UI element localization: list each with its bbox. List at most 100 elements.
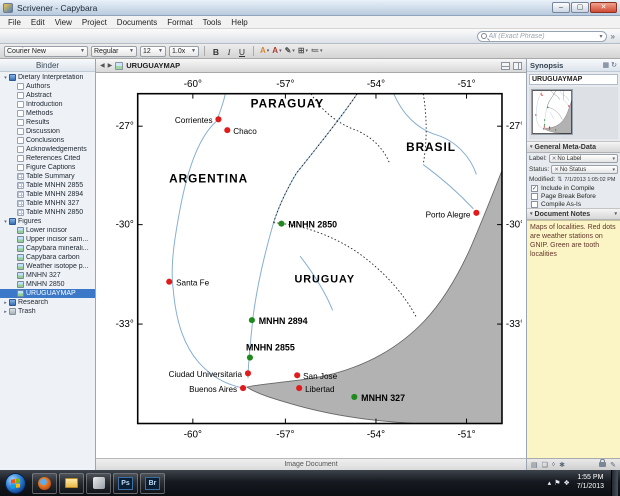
- binder-item-results[interactable]: Results: [0, 118, 95, 127]
- back-button[interactable]: ◀: [100, 62, 105, 69]
- thumb-site-dot: [549, 126, 550, 128]
- disclosure-arrow-icon[interactable]: ▸: [2, 300, 9, 306]
- split-vertical-icon[interactable]: [513, 62, 522, 70]
- menu-help[interactable]: Help: [226, 18, 252, 27]
- synopsis-refresh-icon[interactable]: ↻: [611, 61, 617, 69]
- thumb-site-dot: [535, 114, 536, 116]
- map-site-dot-mnhn-2850: [278, 221, 284, 227]
- references-icon[interactable]: ❏: [542, 461, 548, 469]
- action-center-icon[interactable]: ⚑: [554, 479, 560, 487]
- binder-item-research[interactable]: ▸Research: [0, 298, 95, 307]
- checkbox-include-in-compile[interactable]: ✓: [531, 185, 538, 192]
- binder-item-uruguaymap[interactable]: URUGUAYMAP: [0, 289, 95, 298]
- binder-item-table-mnhn-327[interactable]: Table MNHN 327: [0, 199, 95, 208]
- binder-item-upper-incisor-sam[interactable]: Upper incisor sam...: [0, 235, 95, 244]
- document-notes[interactable]: Maps of localities. Red dots are weather…: [527, 220, 620, 458]
- font-style-select[interactable]: Regular▼: [91, 46, 137, 57]
- font-family-value: Courier New: [7, 48, 46, 55]
- lock-icon[interactable]: [599, 462, 606, 467]
- forward-button[interactable]: ▶: [108, 62, 113, 69]
- custom-meta-icon[interactable]: ✱: [559, 461, 565, 469]
- binder-item-conclusions[interactable]: Conclusions: [0, 136, 95, 145]
- start-button[interactable]: [5, 473, 26, 494]
- search-input[interactable]: [489, 33, 598, 40]
- network-icon[interactable]: ❖: [563, 479, 569, 487]
- toolbar-overflow-button[interactable]: »: [611, 32, 615, 41]
- search-box[interactable]: ▾: [477, 31, 607, 42]
- binder-item-weather-isotope-p[interactable]: Weather isotope p...: [0, 262, 95, 271]
- disclosure-arrow-icon[interactable]: ▸: [2, 309, 9, 315]
- notes-menu-arrow-icon[interactable]: ▾: [614, 211, 617, 217]
- menu-documents[interactable]: Documents: [112, 18, 162, 27]
- binder-item-table-summary[interactable]: Table Summary: [0, 172, 95, 181]
- binder-item-mnhn-2850[interactable]: MNHN 2850: [0, 280, 95, 289]
- tray-expand-icon[interactable]: ▴: [548, 479, 552, 487]
- split-horizontal-icon[interactable]: [501, 62, 510, 70]
- search-options-arrow-icon[interactable]: ▾: [600, 33, 603, 40]
- binder-item-capybara-minerali[interactable]: Capybara minerali...: [0, 244, 95, 253]
- font-family-select[interactable]: Courier New▼: [4, 46, 88, 57]
- windows-flag-icon: [11, 478, 20, 488]
- binder-item-references-cited[interactable]: References Cited: [0, 154, 95, 163]
- menu-tools[interactable]: Tools: [198, 18, 227, 27]
- disclosure-arrow-icon[interactable]: ▾: [2, 219, 9, 225]
- taskbar-clock[interactable]: 1:55 PM 7/1/2013: [572, 474, 609, 492]
- line-spacing-select[interactable]: 1.0x▼: [169, 46, 199, 57]
- binder-item-figures[interactable]: ▾Figures: [0, 217, 95, 226]
- edit-pencil-icon[interactable]: ✎: [610, 461, 616, 469]
- binder-item-table-mnhn-2894[interactable]: Table MNHN 2894: [0, 190, 95, 199]
- annotation-pen-icon[interactable]: ✎▾: [284, 45, 296, 57]
- table-icon[interactable]: ⊞▾: [297, 45, 309, 57]
- binder-item-table-mnhn-2850[interactable]: Table MNHN 2850: [0, 208, 95, 217]
- binder-item-discussion[interactable]: Discussion: [0, 127, 95, 136]
- firefox-icon[interactable]: [32, 473, 57, 494]
- menu-edit[interactable]: Edit: [26, 18, 50, 27]
- highlight-color-icon[interactable]: A▾: [259, 45, 270, 57]
- keywords-icon[interactable]: ⬨: [552, 461, 555, 469]
- binder-item-authors[interactable]: Authors: [0, 82, 95, 91]
- photoshop-icon[interactable]: Ps: [113, 473, 138, 494]
- table-icon-glyph: ⊞: [298, 45, 305, 57]
- table-icon: [17, 200, 24, 207]
- menu-file[interactable]: File: [3, 18, 26, 27]
- font-size-select[interactable]: 12▼: [140, 46, 166, 57]
- disclosure-arrow-icon[interactable]: ▾: [2, 75, 9, 81]
- explorer-icon[interactable]: [59, 473, 84, 494]
- binder-item-capybara-carbon[interactable]: Capybara carbon: [0, 253, 95, 262]
- binder-item-methods[interactable]: Methods: [0, 109, 95, 118]
- binder-item-introduction[interactable]: Introduction: [0, 100, 95, 109]
- bridge-icon[interactable]: Br: [140, 473, 165, 494]
- notes-section-header[interactable]: ▾ Document Notes ▾: [527, 208, 620, 220]
- binder-item-figure-captions[interactable]: Figure Captions: [0, 163, 95, 172]
- binder-item-mnhn-327[interactable]: MNHN 327: [0, 271, 95, 280]
- synopsis-thumbnail[interactable]: [529, 87, 618, 139]
- binder-item-abstract[interactable]: Abstract: [0, 91, 95, 100]
- show-desktop-button[interactable]: [611, 470, 618, 496]
- text-color-icon[interactable]: A▾: [271, 45, 282, 57]
- menu-project[interactable]: Project: [77, 18, 112, 27]
- binder-item-dietary-interpretation[interactable]: ▾Dietary Interpretation: [0, 73, 95, 82]
- binder-item-trash[interactable]: ▸Trash: [0, 307, 95, 316]
- notes-icon[interactable]: ▤: [531, 461, 538, 469]
- menu-format[interactable]: Format: [162, 18, 197, 27]
- checkbox-page-break-before[interactable]: [531, 193, 538, 200]
- metadata-section-title: General Meta-Data: [535, 144, 596, 151]
- checkbox-compile-as-is[interactable]: [531, 201, 538, 208]
- menu-view[interactable]: View: [50, 18, 77, 27]
- metadata-section-header[interactable]: ▾ General Meta-Data: [527, 141, 620, 153]
- synopsis-image-toggle-icon[interactable]: ▦: [603, 61, 610, 69]
- list-icon[interactable]: ≔▾: [310, 45, 324, 57]
- label-select[interactable]: ✕No Label▾: [549, 154, 618, 163]
- binder-item-table-mnhn-2855[interactable]: Table MNHN 2855: [0, 181, 95, 190]
- media-player-icon[interactable]: [86, 473, 111, 494]
- modified-stepper-icon[interactable]: ⇅: [557, 176, 562, 183]
- maximize-button[interactable]: ▢: [571, 2, 589, 13]
- bold-button[interactable]: B: [210, 45, 222, 57]
- minimize-button[interactable]: –: [552, 2, 570, 13]
- status-select[interactable]: ✕No Status▾: [551, 165, 618, 174]
- italic-button[interactable]: I: [223, 45, 235, 57]
- close-button[interactable]: ✕: [590, 2, 617, 13]
- binder-item-lower-incisor[interactable]: Lower incisor: [0, 226, 95, 235]
- binder-item-acknowledgements[interactable]: Acknowledgements: [0, 145, 95, 154]
- underline-button[interactable]: U: [236, 45, 248, 57]
